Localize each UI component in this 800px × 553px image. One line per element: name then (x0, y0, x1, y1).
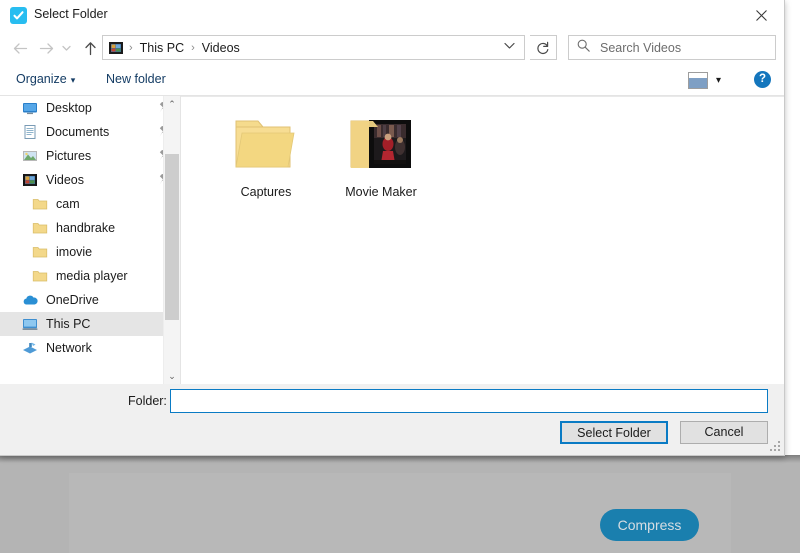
compress-button[interactable]: Compress (600, 509, 699, 541)
file-item-movie-maker[interactable]: Movie Maker (326, 111, 436, 199)
videos-icon (22, 172, 38, 188)
breadcrumb-separator: › (186, 42, 200, 54)
select-folder-button[interactable]: Select Folder (560, 421, 668, 444)
folder-input[interactable] (170, 389, 768, 413)
chevron-down-icon: ▾ (71, 75, 76, 85)
file-item-captures[interactable]: Captures (211, 111, 321, 199)
navigation-bar: › This PC › Videos (0, 32, 784, 64)
navigation-sidebar: Desktop Documents Pictures Videos cam handbra… (0, 96, 181, 384)
sidebar-item-documents[interactable]: Documents (0, 120, 180, 144)
breadcrumb-item-videos[interactable]: Videos (200, 41, 242, 55)
background-panel-right (731, 473, 800, 553)
sidebar-item-this-pc[interactable]: This PC (0, 312, 180, 336)
cancel-button[interactable]: Cancel (680, 421, 768, 444)
dialog-title: Select Folder (34, 7, 108, 21)
sidebar-item-handbrake[interactable]: handbrake (0, 216, 180, 240)
refresh-icon[interactable] (530, 35, 557, 60)
breadcrumb-item-this-pc[interactable]: This PC (138, 41, 186, 55)
sidebar-item-label: Documents (46, 125, 109, 139)
pictures-icon (22, 148, 38, 164)
sidebar-item-onedrive[interactable]: OneDrive (0, 288, 180, 312)
sidebar-scrollbar[interactable]: ⌃ ⌄ (163, 96, 180, 384)
dialog-drop-shadow (0, 455, 800, 463)
sidebar-item-label: media player (56, 269, 128, 283)
folder-icon (211, 111, 321, 180)
change-view-icon[interactable] (688, 72, 708, 89)
sidebar-item-label: Videos (46, 173, 84, 187)
command-bar: Organize ▾ New folder ▾ ? (0, 64, 784, 96)
sidebar-item-videos[interactable]: Videos (0, 168, 180, 192)
onedrive-icon (22, 292, 38, 308)
back-arrow-icon[interactable] (8, 36, 32, 60)
sidebar-item-label: OneDrive (46, 293, 99, 307)
sidebar-item-cam[interactable]: cam (0, 192, 180, 216)
sidebar-item-network[interactable]: Network (0, 336, 180, 360)
organize-label: Organize (16, 72, 67, 86)
folder-field-row: Folder: (0, 384, 784, 421)
network-icon (22, 340, 38, 356)
search-icon (577, 39, 590, 57)
address-dropdown-chevron-down-icon[interactable] (504, 42, 515, 53)
sidebar-item-imovie[interactable]: imovie (0, 240, 180, 264)
sidebar-item-media-player[interactable]: media player (0, 264, 180, 288)
close-icon[interactable] (738, 0, 784, 31)
documents-icon (22, 124, 38, 140)
file-item-label: Captures (211, 185, 321, 199)
sidebar-item-desktop[interactable]: Desktop (0, 96, 180, 120)
search-box[interactable] (568, 35, 776, 60)
select-folder-dialog: Select Folder (0, 0, 785, 456)
sidebar-item-label: Network (46, 341, 92, 355)
desktop-icon (22, 100, 38, 116)
folder-thumbnail-icon (326, 111, 436, 180)
folder-icon (32, 220, 48, 236)
resize-grip[interactable] (770, 441, 781, 452)
search-input[interactable] (598, 40, 752, 56)
up-arrow-icon[interactable] (78, 36, 102, 60)
sidebar-item-label: cam (56, 197, 80, 211)
file-item-label: Movie Maker (326, 185, 436, 199)
breadcrumb-separator: › (124, 42, 138, 54)
address-bar[interactable]: › This PC › Videos (102, 35, 525, 60)
thispc-icon (22, 316, 38, 332)
sidebar-item-label: handbrake (56, 221, 115, 235)
help-button[interactable]: ? (754, 71, 771, 88)
scroll-up-icon[interactable]: ⌃ (164, 96, 180, 112)
view-chevron-down-icon[interactable]: ▾ (716, 75, 721, 86)
sidebar-item-label: Pictures (46, 149, 91, 163)
dialog-button-row: Select Folder Cancel (0, 421, 784, 455)
organize-button[interactable]: Organize ▾ (16, 72, 75, 86)
sidebar-item-pictures[interactable]: Pictures (0, 144, 180, 168)
forward-arrow-icon[interactable] (34, 36, 58, 60)
folder-icon (32, 196, 48, 212)
file-list-pane[interactable]: Captures Movie Maker (181, 96, 784, 384)
sidebar-item-label: imovie (56, 245, 92, 259)
dialog-body: Desktop Documents Pictures Videos cam handbra… (0, 96, 784, 384)
sidebar-item-label: Desktop (46, 101, 92, 115)
scrollbar-thumb[interactable] (165, 154, 179, 320)
folder-icon (32, 244, 48, 260)
sidebar-list: Desktop Documents Pictures Videos cam handbra… (0, 96, 180, 360)
new-folder-button[interactable]: New folder (106, 72, 166, 86)
videos-folder-icon (108, 40, 124, 56)
recent-locations-chevron-down-icon[interactable] (58, 36, 74, 60)
folder-icon (32, 268, 48, 284)
sidebar-item-label: This PC (46, 317, 90, 331)
folder-label: Folder: (128, 394, 167, 408)
dialog-titlebar: Select Folder (0, 0, 784, 32)
scroll-down-icon[interactable]: ⌄ (164, 368, 180, 384)
checkmark-app-icon (10, 7, 27, 24)
